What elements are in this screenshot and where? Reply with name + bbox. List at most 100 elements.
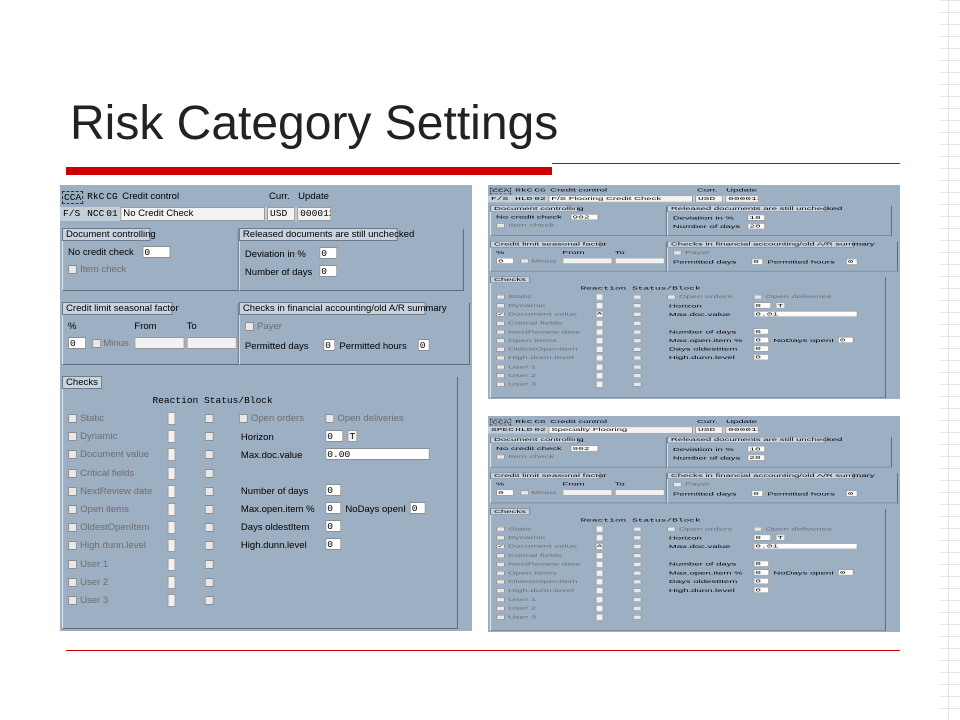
status-block-checkbox[interactable] xyxy=(632,347,642,352)
deviation-input[interactable]: 10 xyxy=(747,214,766,221)
check-static-checkbox[interactable] xyxy=(68,414,78,423)
check-dynamic-checkbox[interactable] xyxy=(496,535,506,541)
reaction-field[interactable] xyxy=(595,355,604,362)
max-doc-value-input[interactable]: 0.01 xyxy=(753,311,858,317)
minus-checkbox[interactable] xyxy=(520,258,530,264)
status-block-checkbox[interactable] xyxy=(632,329,642,335)
permitted-days-input[interactable]: 0 xyxy=(323,339,336,351)
days-oldest-item-input[interactable]: 0 xyxy=(325,520,342,532)
status-block-checkbox[interactable] xyxy=(632,303,642,308)
reaction-field[interactable] xyxy=(595,328,604,336)
horizon-unit-field[interactable]: T xyxy=(775,302,786,309)
reaction-field[interactable] xyxy=(595,605,604,612)
max-open-item-input[interactable]: 0 xyxy=(753,337,770,343)
days-oldest-item-input[interactable]: 0 xyxy=(753,345,770,352)
horizon-input[interactable]: 0 xyxy=(325,430,344,442)
check-user-3-checkbox[interactable] xyxy=(68,596,78,605)
reaction-field[interactable] xyxy=(167,412,176,425)
to-date-field[interactable] xyxy=(614,489,665,496)
reaction-field[interactable] xyxy=(167,466,176,480)
reaction-field[interactable] xyxy=(595,561,604,568)
status-block-checkbox[interactable] xyxy=(204,523,214,533)
reaction-field[interactable] xyxy=(167,594,176,607)
reaction-field[interactable] xyxy=(595,614,604,621)
check-dynamic-checkbox[interactable] xyxy=(68,432,78,442)
status-block-checkbox[interactable] xyxy=(204,468,214,478)
max-open-item-input[interactable]: 0 xyxy=(325,502,342,514)
status-block-checkbox[interactable] xyxy=(204,432,214,442)
reaction-field[interactable] xyxy=(167,557,176,571)
high-dunn-level-input[interactable]: 0 xyxy=(753,586,770,593)
permitted-hours-input[interactable]: 0 xyxy=(845,490,858,497)
max-doc-value-input[interactable]: 0.01 xyxy=(753,543,858,550)
check-user-2-checkbox[interactable] xyxy=(496,373,506,378)
reaction-field[interactable] xyxy=(595,534,604,542)
item-check-checkbox[interactable] xyxy=(496,223,506,228)
deviation-input[interactable]: 0 xyxy=(319,247,338,259)
check-document-value-checkbox[interactable] xyxy=(68,450,78,460)
check-number-of-days-input[interactable]: 0 xyxy=(753,328,770,335)
open-orders-checkbox[interactable] xyxy=(666,526,676,532)
reaction-field[interactable] xyxy=(595,596,604,603)
check-static-checkbox[interactable] xyxy=(496,526,506,532)
percent-input[interactable]: 0 xyxy=(496,257,515,264)
status-block-checkbox[interactable] xyxy=(632,579,642,585)
number-of-days-input[interactable]: 0 xyxy=(319,265,338,277)
check-open-items-checkbox[interactable] xyxy=(496,570,506,576)
reaction-field[interactable] xyxy=(595,337,604,344)
no-credit-check-input[interactable]: 902 xyxy=(570,445,599,452)
reaction-field[interactable] xyxy=(167,503,176,516)
check-open-items-checkbox[interactable] xyxy=(496,338,506,343)
check-critical-fields-checkbox[interactable] xyxy=(68,468,78,478)
reaction-field[interactable]: A xyxy=(595,543,604,550)
horizon-input[interactable]: 0 xyxy=(753,534,772,541)
deviation-input[interactable]: 10 xyxy=(747,446,766,452)
reaction-field[interactable] xyxy=(167,430,176,444)
horizon-unit-field[interactable]: T xyxy=(347,430,358,442)
open-deliveries-checkbox[interactable] xyxy=(325,414,335,423)
reaction-field[interactable]: A xyxy=(595,311,604,318)
check-high-dunn-level-checkbox[interactable] xyxy=(68,541,78,551)
check-high-dunn-level-checkbox[interactable] xyxy=(496,588,506,593)
status-block-checkbox[interactable] xyxy=(632,553,642,558)
permitted-hours-input[interactable]: 0 xyxy=(845,258,858,265)
horizon-unit-field[interactable]: T xyxy=(775,534,786,541)
status-block-checkbox[interactable] xyxy=(632,338,642,343)
open-orders-checkbox[interactable] xyxy=(238,414,248,423)
permitted-hours-input[interactable]: 0 xyxy=(417,339,430,351)
check-open-items-checkbox[interactable] xyxy=(68,505,78,514)
check-user-1-checkbox[interactable] xyxy=(496,597,506,602)
reaction-field[interactable] xyxy=(595,302,604,309)
status-block-checkbox[interactable] xyxy=(632,382,642,387)
reaction-field[interactable] xyxy=(167,521,176,535)
nodays-openi-input[interactable]: 0 xyxy=(837,337,854,343)
percent-input[interactable]: 0 xyxy=(496,489,515,496)
payer-checkbox[interactable] xyxy=(672,250,682,256)
reaction-field[interactable] xyxy=(167,539,176,553)
check-critical-fields-checkbox[interactable] xyxy=(496,321,506,326)
no-credit-check-input[interactable]: 0 xyxy=(142,246,171,258)
check-user-3-checkbox[interactable] xyxy=(496,382,506,387)
status-block-checkbox[interactable] xyxy=(632,321,642,326)
status-block-checkbox[interactable] xyxy=(632,535,642,541)
reaction-field[interactable] xyxy=(595,372,604,379)
status-block-checkbox[interactable] xyxy=(632,615,642,620)
reaction-field[interactable] xyxy=(167,575,176,589)
status-block-checkbox[interactable] xyxy=(632,570,642,576)
reaction-field[interactable] xyxy=(595,578,604,586)
to-date-field[interactable] xyxy=(186,337,237,349)
open-orders-checkbox[interactable] xyxy=(666,294,676,300)
check-user-2-checkbox[interactable] xyxy=(496,606,506,611)
minus-checkbox[interactable] xyxy=(520,490,530,495)
open-deliveries-checkbox[interactable] xyxy=(753,526,763,532)
payer-checkbox[interactable] xyxy=(244,322,254,331)
check-nextreview-date-checkbox[interactable] xyxy=(496,562,506,567)
check-dynamic-checkbox[interactable] xyxy=(496,303,506,308)
check-nextreview-date-checkbox[interactable] xyxy=(68,486,78,496)
reaction-field[interactable] xyxy=(167,484,176,498)
from-date-field[interactable] xyxy=(562,257,613,264)
reaction-field[interactable] xyxy=(595,552,604,559)
status-block-checkbox[interactable] xyxy=(204,559,214,569)
check-user-2-checkbox[interactable] xyxy=(68,577,78,587)
status-block-checkbox[interactable] xyxy=(632,597,642,602)
